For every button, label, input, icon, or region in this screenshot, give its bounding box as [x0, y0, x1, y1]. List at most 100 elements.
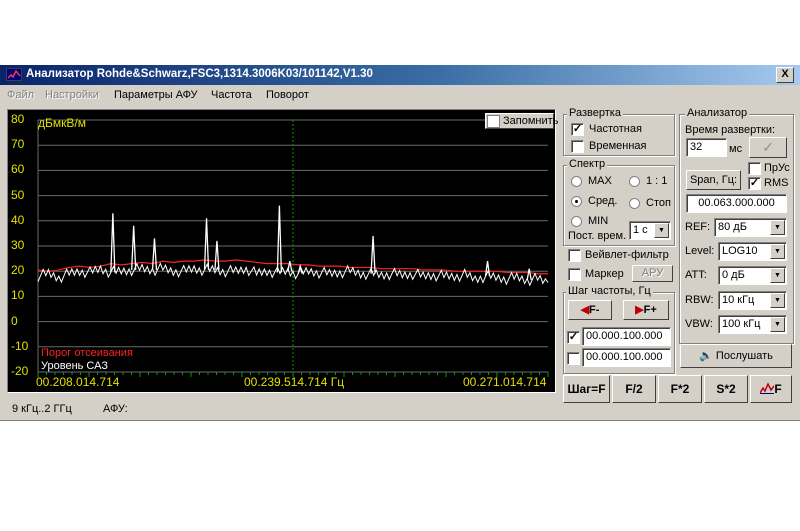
avg-label: Сред.: [588, 195, 618, 207]
apply-sweep-button[interactable]: ✓: [749, 137, 787, 158]
title-bar[interactable]: Анализатор Rohde&Schwarz,FSC3,1314.3006K…: [0, 65, 800, 85]
spectral-peak: [214, 240, 220, 270]
s-mul-2-button[interactable]: S*2: [704, 375, 748, 403]
menu-afu-params[interactable]: Параметры АФУ: [114, 89, 198, 101]
time-sweep-checkbox[interactable]: [571, 140, 584, 153]
y-tick-label: 60: [11, 162, 25, 177]
span-value-field[interactable]: 00.063.000.000: [686, 194, 787, 213]
listen-label: Послушать: [715, 350, 773, 362]
arrow-right-icon: ▶: [635, 304, 644, 316]
stop-label: Стоп: [646, 197, 671, 209]
dropdown-arrow-icon[interactable]: ▼: [770, 268, 785, 283]
freq-plus-button[interactable]: ▶F+: [623, 300, 669, 320]
dropdown-arrow-icon[interactable]: ▼: [770, 293, 785, 308]
ref-select[interactable]: 80 дБ ▼: [714, 218, 787, 237]
marker-checkbox[interactable]: [568, 268, 581, 281]
step1-input[interactable]: 00.000.100.000: [582, 327, 671, 346]
max-radio[interactable]: [571, 176, 582, 187]
f-mul-2-button[interactable]: F*2: [658, 375, 702, 403]
y-tick-label: 50: [11, 187, 25, 202]
ref-label: REF:: [685, 221, 711, 233]
time-const-select[interactable]: 1 с ▼: [629, 221, 671, 240]
freq-minus-button[interactable]: ◀F-: [568, 300, 612, 320]
y-tick-label: 20: [11, 263, 25, 278]
step-group-title: Шаг частоты, Гц: [566, 285, 653, 297]
rbw-select[interactable]: 10 кГц ▼: [718, 291, 787, 310]
listen-button[interactable]: 🔈 Послушать: [680, 344, 792, 368]
y-tick-label: 70: [11, 137, 25, 152]
agc-button[interactable]: АРУ: [632, 265, 673, 282]
spectral-peak: [287, 260, 293, 272]
arrow-left-icon: ◀: [580, 304, 590, 316]
dropdown-arrow-icon[interactable]: ▼: [770, 220, 785, 235]
memory-toggle[interactable]: Запомнить: [485, 113, 558, 129]
analyzer-group-title: Анализатор: [685, 107, 750, 119]
step2-input[interactable]: 00.000.100.000: [582, 348, 671, 367]
freq-sweep-label: Частотная: [589, 123, 642, 135]
menu-file: Файл: [7, 89, 35, 101]
att-label: ATT:: [685, 269, 707, 281]
vbw-select[interactable]: 100 кГц ▼: [718, 315, 787, 334]
rms-checkbox[interactable]: ✓: [748, 177, 761, 190]
spectrum-f-label: F: [774, 382, 782, 396]
sweep-time-label: Время развертки:: [685, 124, 776, 136]
checkmark-icon: ✓: [762, 139, 774, 155]
vbw-label: VBW:: [685, 318, 713, 330]
f-div-2-button[interactable]: F/2: [612, 375, 656, 403]
menu-frequency[interactable]: Частота: [211, 89, 252, 101]
spectral-peak: [276, 205, 283, 273]
spectral-peak: [484, 261, 491, 277]
min-radio[interactable]: [571, 216, 582, 227]
memory-checkbox[interactable]: [487, 115, 500, 128]
y-tick-label: 0: [11, 313, 18, 328]
step2-checkbox[interactable]: [567, 352, 580, 365]
analyzer-window: Анализатор Rohde&Schwarz,FSC3,1314.3006K…: [0, 64, 800, 421]
spectrum-icon: [759, 382, 775, 394]
menu-rotation[interactable]: Поворот: [266, 89, 309, 101]
level-select[interactable]: LOG10 ▼: [718, 242, 787, 261]
span-button[interactable]: Span, Гц:: [686, 170, 741, 190]
one-to-one-label: 1 : 1: [646, 175, 668, 187]
y-tick-label: 10: [11, 288, 25, 303]
time-const-label: Пост. врем.: [568, 230, 627, 242]
close-button[interactable]: X: [776, 67, 794, 83]
spectrum-f-button[interactable]: F: [750, 375, 792, 403]
avg-radio[interactable]: [571, 196, 582, 207]
freq-minus-label: F-: [589, 304, 600, 316]
one-to-one-radio[interactable]: [629, 176, 640, 187]
spectrum-group-title: Спектр: [567, 158, 608, 170]
spectrum-plot[interactable]: дБмкВ/м 80 70 60 50 40 30 20 10 0 -10 -20 Порог от…: [7, 109, 558, 393]
dropdown-arrow-icon[interactable]: ▼: [654, 223, 669, 238]
y-axis-label: дБмкВ/м: [38, 116, 86, 130]
speaker-icon: 🔈: [699, 350, 713, 362]
y-tick-label: 30: [11, 238, 25, 252]
sweep-time-input[interactable]: 32: [686, 138, 727, 157]
att-select[interactable]: 0 дБ ▼: [718, 266, 787, 285]
step1-checkbox[interactable]: ✓: [567, 331, 580, 344]
vbw-value: 100 кГц: [722, 318, 761, 330]
stop-radio[interactable]: [629, 198, 640, 209]
level-legend: Уровень САЗ: [41, 360, 108, 372]
status-range: 9 кГц..2 ГГц: [12, 403, 72, 415]
freq-sweep-checkbox[interactable]: ✓: [571, 123, 584, 136]
y-tick-label: 40: [11, 212, 25, 227]
prus-checkbox[interactable]: [748, 162, 761, 175]
step-equals-f-button[interactable]: Шаг=F: [563, 375, 610, 403]
y-tick-label: 80: [11, 112, 25, 126]
dropdown-arrow-icon[interactable]: ▼: [770, 317, 785, 332]
rbw-value: 10 кГц: [722, 294, 755, 306]
prus-label: ПрУс: [764, 162, 790, 174]
y-tick-label: -10: [11, 338, 29, 353]
dropdown-arrow-icon[interactable]: ▼: [770, 244, 785, 259]
app-icon: [6, 68, 22, 81]
marker-label: Маркер: [585, 268, 624, 280]
spectral-peak: [526, 268, 532, 281]
sweep-group-title: Развертка: [567, 107, 623, 119]
spectral-peak: [203, 218, 210, 270]
ms-label: мс: [729, 143, 743, 155]
wavelet-checkbox[interactable]: [568, 249, 581, 262]
min-label: MIN: [588, 215, 609, 227]
rbw-label: RBW:: [685, 294, 714, 306]
time-sweep-label: Временная: [589, 140, 647, 152]
menu-settings: Настройки: [45, 89, 99, 101]
